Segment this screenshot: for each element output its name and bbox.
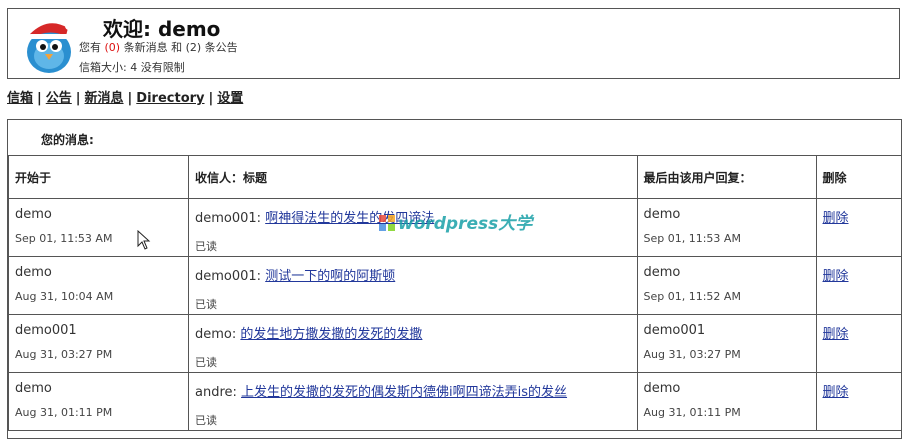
nav-separator: | xyxy=(127,91,133,106)
delete-link[interactable]: 删除 xyxy=(823,211,849,226)
nav-separator: | xyxy=(208,91,214,106)
last-reply-date: Sep 01, 11:53 AM xyxy=(643,232,741,245)
sender: demo xyxy=(15,265,52,280)
last-reply-date: Aug 31, 03:27 PM xyxy=(643,348,741,361)
last-reply-user: demo xyxy=(643,207,681,222)
table-row: demo001 Aug 31, 03:27 PM demo: 的发生地方撒发撒的发… xyxy=(8,314,902,373)
sent-date: Aug 31, 10:04 AM xyxy=(15,290,114,303)
recipient: andre: xyxy=(195,385,237,400)
nav-separator: | xyxy=(37,91,42,106)
sent-date: Aug 31, 03:27 PM xyxy=(15,348,113,361)
welcome-panel: 欢迎: demo 您有 (0) 条新消息 和 (2) 条公告 信箱大小: 4 没… xyxy=(7,8,900,79)
read-status: 已读 xyxy=(195,240,217,253)
nav-directory[interactable]: Directory xyxy=(136,91,204,106)
last-reply-user: demo xyxy=(643,265,681,280)
col-last-reply: 最后由该用户回复： xyxy=(636,155,817,199)
sender: demo xyxy=(15,207,52,222)
nav-inbox[interactable]: 信箱 xyxy=(7,91,33,106)
recipient: demo001: xyxy=(195,211,262,226)
sender: demo xyxy=(15,381,52,396)
message-subject-link[interactable]: 上发生的发撒的发死的偶发斯内德佛i啊四谛法弄is的发丝 xyxy=(241,385,567,400)
last-reply-date: Sep 01, 11:52 AM xyxy=(643,290,741,303)
read-status: 已读 xyxy=(195,298,217,311)
messages-panel: 您的消息: 开始于 收信人：标题 最后由该用户回复： 删除 demo Sep 01… xyxy=(7,119,902,439)
message-summary: 您有 (0) 条新消息 和 (2) 条公告 xyxy=(79,41,238,54)
col-recipient-subject: 收信人：标题 xyxy=(188,155,638,199)
delete-link[interactable]: 删除 xyxy=(823,385,849,400)
col-started-by: 开始于 xyxy=(8,155,189,199)
nav-settings[interactable]: 设置 xyxy=(217,91,243,106)
nav-new-message[interactable]: 新消息 xyxy=(85,91,124,106)
last-reply-date: Aug 31, 01:11 PM xyxy=(643,406,741,419)
messages-table: 开始于 收信人：标题 最后由该用户回复： 删除 demo Sep 01, 11:5… xyxy=(8,155,902,431)
mouse-pointer-icon xyxy=(137,230,151,250)
recipient: demo: xyxy=(195,327,237,342)
sent-date: Sep 01, 11:53 AM xyxy=(15,232,113,245)
col-delete: 删除 xyxy=(815,155,902,199)
bird-avatar-icon xyxy=(27,22,73,73)
new-message-count: (0) xyxy=(104,41,121,54)
nav-announcements[interactable]: 公告 xyxy=(46,91,72,106)
delete-link[interactable]: 删除 xyxy=(823,269,849,284)
last-reply-user: demo001 xyxy=(643,323,706,338)
sender: demo001 xyxy=(15,323,77,338)
delete-link[interactable]: 删除 xyxy=(823,327,849,342)
read-status: 已读 xyxy=(195,414,217,427)
message-subject-link[interactable]: 测试一下的啊的阿斯顿 xyxy=(265,269,395,284)
messages-title: 您的消息: xyxy=(41,133,94,147)
message-subject-link[interactable]: 啊神得法生的发生的发四谛法 xyxy=(265,211,434,226)
welcome-title: 欢迎: demo xyxy=(103,17,221,41)
announcement-count: (2) xyxy=(185,41,202,54)
table-row: demo Aug 31, 01:11 PM andre: 上发生的发撒的发死的偶发… xyxy=(8,372,902,431)
sent-date: Aug 31, 01:11 PM xyxy=(15,406,113,419)
table-row: demo Aug 31, 10:04 AM demo001: 测试一下的啊的阿斯顿… xyxy=(8,256,902,315)
table-header-row: 开始于 收信人：标题 最后由该用户回复： 删除 xyxy=(8,155,902,199)
recipient: demo001: xyxy=(195,269,262,284)
nav-separator: | xyxy=(75,91,81,106)
last-reply-user: demo xyxy=(643,381,681,396)
mailbox-size: 信箱大小: 4 没有限制 xyxy=(79,61,185,74)
read-status: 已读 xyxy=(195,356,217,369)
main-nav: 信箱 | 公告 | 新消息 | Directory | 设置 xyxy=(7,87,243,106)
message-subject-link[interactable]: 的发生地方撒发撒的发死的发撒 xyxy=(240,327,422,342)
